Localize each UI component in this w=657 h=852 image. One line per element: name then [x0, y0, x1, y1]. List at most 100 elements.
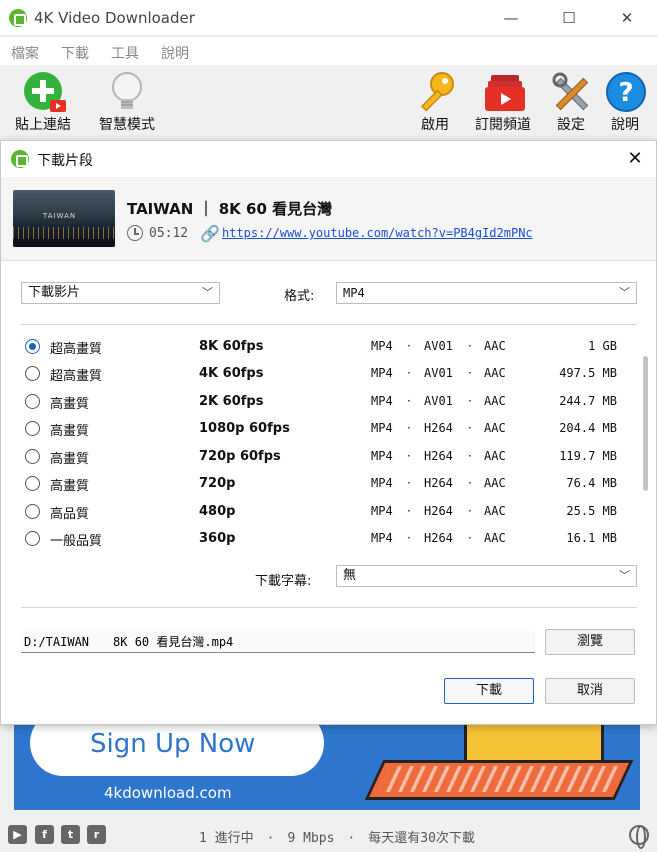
quality-audio-codec: AAC: [484, 421, 506, 435]
quality-video-codec: H264: [424, 449, 453, 463]
activate-button[interactable]: 啟用: [415, 71, 455, 134]
separator: [21, 607, 637, 608]
quality-row[interactable]: 高品質 480p MP4 · H264 · AAC 25.5 MB: [25, 501, 625, 523]
close-window-button[interactable]: ✕: [598, 0, 656, 36]
svg-text:?: ?: [618, 78, 633, 108]
twitter-icon[interactable]: t: [61, 825, 80, 844]
quality-resolution: 720p: [199, 476, 236, 491]
format-select-value: MP4: [343, 286, 365, 300]
quality-separator: ·: [468, 449, 472, 463]
quality-size: 497.5 MB: [559, 366, 617, 380]
quality-container: MP4: [371, 394, 393, 408]
quality-name: 高畫質: [50, 452, 90, 467]
download-button[interactable]: 下載: [444, 678, 534, 704]
subtitle-select[interactable]: 無 ﹀: [336, 565, 637, 587]
quality-size: 1 GB: [588, 339, 617, 353]
menu-tools[interactable]: 工具: [111, 43, 139, 63]
quality-radio[interactable]: [25, 366, 40, 381]
settings-button[interactable]: 設定: [551, 71, 591, 134]
link-icon: 🔗: [200, 224, 220, 243]
quality-scrollbar[interactable]: [643, 356, 648, 491]
subscriptions-button[interactable]: 訂閱頻道: [475, 71, 531, 134]
dialog-header: 下載片段 ✕: [1, 141, 656, 177]
tools-icon: [551, 71, 591, 111]
quality-video-codec: H264: [424, 531, 453, 545]
quality-radio[interactable]: [25, 476, 40, 491]
subscriptions-icon: [483, 71, 525, 111]
quality-row[interactable]: 高畫質 1080p 60fps MP4 · H264 · AAC 204.4 MB: [25, 418, 625, 440]
mode-select[interactable]: 下載影片 ﹀: [21, 282, 220, 304]
minimize-button[interactable]: —: [482, 0, 540, 36]
subtitle-select-value: 無: [343, 568, 357, 583]
quality-radio[interactable]: [25, 339, 40, 354]
quality-radio[interactable]: [25, 504, 40, 519]
ad-url: 4kdownload.com: [104, 784, 232, 802]
quality-row[interactable]: 超高畫質 8K 60fps MP4 · AV01 · AAC 1 GB: [25, 336, 625, 358]
dialog-logo-icon: [11, 150, 29, 168]
quality-row[interactable]: 超高畫質 4K 60fps MP4 · AV01 · AAC 497.5 MB: [25, 363, 625, 385]
quality-audio-codec: AAC: [484, 449, 506, 463]
browse-button[interactable]: 瀏覽: [545, 629, 635, 655]
help-icon: ?: [605, 71, 646, 112]
activate-label: 啟用: [421, 117, 449, 133]
ad-banner[interactable]: Sign Up Now 4kdownload.com: [14, 720, 640, 810]
quality-name: 一般品質: [50, 534, 103, 549]
quality-audio-codec: AAC: [484, 339, 506, 353]
quality-name: 高品質: [50, 507, 90, 522]
quality-video-codec: H264: [424, 476, 453, 490]
quality-container: MP4: [371, 449, 393, 463]
video-duration: 05:12: [149, 226, 189, 241]
menu-bar: 檔案 下載 工具 說明: [0, 37, 657, 65]
dialog-title: 下載片段: [37, 153, 93, 169]
quality-radio[interactable]: [25, 421, 40, 436]
youtube-icon[interactable]: ▶: [8, 825, 27, 844]
quality-container: MP4: [371, 339, 393, 353]
quality-container: MP4: [371, 531, 393, 545]
quality-video-codec: H264: [424, 504, 453, 518]
separator: [21, 324, 637, 325]
menu-help[interactable]: 說明: [161, 43, 189, 63]
cancel-button[interactable]: 取消: [545, 678, 635, 704]
chevron-down-icon: ﹀: [619, 569, 630, 582]
quality-video-codec: AV01: [424, 366, 453, 380]
quality-row[interactable]: 高畫質 720p MP4 · H264 · AAC 76.4 MB: [25, 473, 625, 495]
status-text: 1 進行中 · 9 Mbps · 每天還有30次下載: [199, 831, 475, 846]
quality-row[interactable]: 高畫質 720p 60fps MP4 · H264 · AAC 119.7 MB: [25, 446, 625, 468]
quality-row[interactable]: 高畫質 2K 60fps MP4 · AV01 · AAC 244.7 MB: [25, 391, 625, 413]
maximize-button[interactable]: ☐: [540, 0, 598, 36]
app-title: 4K Video Downloader: [34, 9, 195, 27]
paste-link-button[interactable]: 貼上連結: [15, 71, 71, 134]
dialog-close-button[interactable]: ✕: [623, 147, 647, 171]
quality-video-codec: AV01: [424, 394, 453, 408]
smart-mode-button[interactable]: 智慧模式: [99, 71, 155, 134]
quality-radio[interactable]: [25, 449, 40, 464]
globe-icon[interactable]: [629, 825, 649, 849]
help-label: 說明: [611, 117, 639, 133]
menu-download[interactable]: 下載: [61, 43, 89, 63]
quality-radio[interactable]: [25, 394, 40, 409]
quality-name: 超高畫質: [50, 342, 103, 357]
quality-separator: ·: [407, 421, 411, 435]
quality-size: 76.4 MB: [566, 476, 617, 490]
video-url[interactable]: https://www.youtube.com/watch?v=PB4gId2m…: [222, 226, 533, 240]
quality-separator: ·: [407, 366, 411, 380]
format-select[interactable]: MP4 ﹀: [336, 282, 637, 304]
facebook-icon[interactable]: f: [35, 825, 54, 844]
video-info: TAIWAN TAIWAN ｜ 8K 60 看見台灣 05:12 🔗 https…: [1, 177, 656, 261]
help-button[interactable]: ? 說明: [605, 71, 646, 134]
quality-audio-codec: AAC: [484, 504, 506, 518]
title-bar: 4K Video Downloader — ☐ ✕: [0, 0, 657, 36]
chevron-down-icon: ﹀: [202, 286, 213, 299]
save-path-input[interactable]: [21, 631, 535, 653]
quality-resolution: 2K 60fps: [199, 394, 264, 409]
quality-row[interactable]: 一般品質 360p MP4 · H264 · AAC 16.1 MB: [25, 528, 625, 550]
quality-name: 高畫質: [50, 424, 90, 439]
paste-link-label: 貼上連結: [15, 117, 71, 133]
quality-container: MP4: [371, 476, 393, 490]
quality-radio[interactable]: [25, 531, 40, 546]
menu-file[interactable]: 檔案: [11, 43, 39, 63]
quality-container: MP4: [371, 504, 393, 518]
subtitle-label: 下載字幕:: [255, 574, 312, 589]
quality-resolution: 8K 60fps: [199, 339, 264, 354]
reddit-icon[interactable]: r: [87, 825, 106, 844]
